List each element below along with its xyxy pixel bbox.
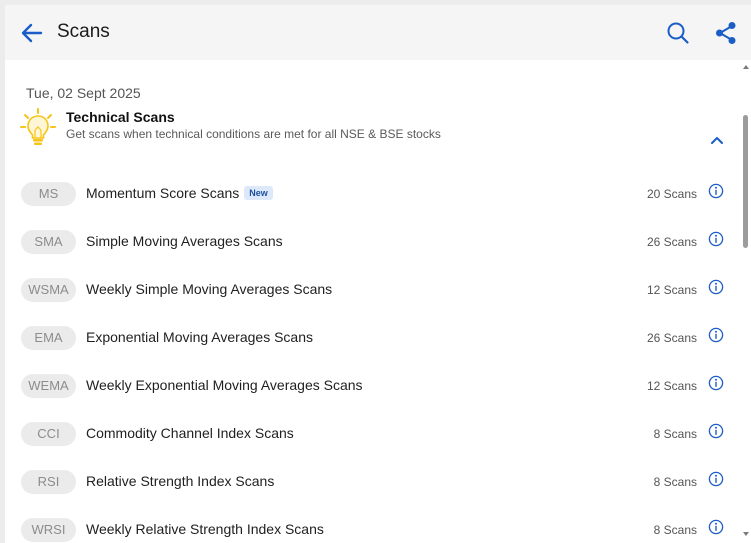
scan-abbr-badge: WSMA <box>21 278 76 302</box>
scan-date: Tue, 02 Sept 2025 <box>26 85 141 101</box>
scan-row[interactable]: WSMA Weekly Simple Moving Averages Scans 1… <box>5 266 740 314</box>
search-button[interactable] <box>665 20 691 46</box>
info-icon[interactable] <box>708 279 724 295</box>
page-title: Scans <box>57 21 110 42</box>
scan-content: Tue, 02 Sept 2025 Technical Scans Get sc… <box>5 60 740 543</box>
scan-count: 8 Scans <box>653 475 697 489</box>
chevron-up-icon <box>711 137 723 144</box>
info-icon[interactable] <box>708 231 724 247</box>
scan-row[interactable]: RSI Relative Strength Index Scans 8 Scans <box>5 458 740 506</box>
scan-row-title: Weekly Exponential Moving Averages Scans <box>86 377 363 393</box>
scan-row-label: Commodity Channel Index Scans <box>86 425 294 441</box>
info-icon[interactable] <box>708 423 724 439</box>
scan-row-label: Simple Moving Averages Scans <box>86 233 283 249</box>
scan-row-label: Weekly Simple Moving Averages Scans <box>86 281 333 297</box>
scan-abbr-badge: EMA <box>21 326 76 350</box>
scan-count: 26 Scans <box>646 235 697 249</box>
share-icon <box>716 22 736 44</box>
scan-row-label: Exponential Moving Averages Scans <box>86 329 313 345</box>
lightbulb-icon <box>20 108 56 148</box>
scan-row[interactable]: SMA Simple Moving Averages Scans 26 Scans <box>5 218 740 266</box>
scan-row-label: Weekly Relative Strength Index Scans <box>86 521 324 537</box>
scan-row[interactable]: CCI Commodity Channel Index Scans 8 Scans <box>5 410 740 458</box>
scrollbar-thumb[interactable] <box>743 115 748 248</box>
scan-row-title: Momentum Score Scans New <box>86 185 273 201</box>
scan-count: 8 Scans <box>653 427 697 441</box>
info-icon[interactable] <box>708 519 724 535</box>
scroll-up-arrow-icon[interactable] <box>743 65 749 69</box>
new-badge: New <box>244 186 273 200</box>
scan-abbr-badge: RSI <box>21 470 76 494</box>
scan-row[interactable]: WEMA Weekly Exponential Moving Averages S… <box>5 362 740 410</box>
scroll-down-arrow-icon[interactable] <box>743 532 749 536</box>
scan-row-title: Exponential Moving Averages Scans <box>86 329 313 345</box>
share-button[interactable] <box>713 20 739 46</box>
app-header: Scans <box>5 5 751 60</box>
scan-row-label: Weekly Exponential Moving Averages Scans <box>86 377 363 393</box>
info-icon[interactable] <box>708 327 724 343</box>
scrollbar[interactable] <box>740 60 751 543</box>
scan-abbr-badge: MS <box>21 182 76 206</box>
scan-abbr-badge: SMA <box>21 230 76 254</box>
arrow-left-icon <box>21 23 43 43</box>
scan-row[interactable]: MS Momentum Score Scans New 20 Scans <box>5 170 740 218</box>
scan-row-label: Relative Strength Index Scans <box>86 473 275 489</box>
section-title: Technical Scans <box>66 109 175 125</box>
scan-row-title: Simple Moving Averages Scans <box>86 233 283 249</box>
scan-abbr-badge: CCI <box>21 422 76 446</box>
scan-row-title: Relative Strength Index Scans <box>86 473 274 489</box>
app-frame: Scans Tue, 02 Sept 2025 Technical Scans … <box>5 5 751 543</box>
scan-count: 20 Scans <box>646 187 697 201</box>
scan-row-title: Weekly Relative Strength Index Scans <box>86 521 324 537</box>
info-icon[interactable] <box>708 471 724 487</box>
collapse-button[interactable] <box>708 131 726 149</box>
scan-count: 12 Scans <box>646 283 697 297</box>
scan-count: 26 Scans <box>646 331 697 345</box>
scan-row-title: Weekly Simple Moving Averages Scans <box>86 281 332 297</box>
scan-row[interactable]: WRSI Weekly Relative Strength Index Scans… <box>5 506 740 543</box>
scan-abbr-badge: WEMA <box>21 374 76 398</box>
scan-count: 12 Scans <box>646 379 697 393</box>
scan-row-label: Momentum Score Scans <box>86 185 240 201</box>
back-button[interactable] <box>19 20 45 46</box>
scan-count: 8 Scans <box>653 523 697 537</box>
section-subtitle: Get scans when technical conditions are … <box>66 127 441 141</box>
info-icon[interactable] <box>708 183 724 199</box>
search-icon <box>667 22 689 44</box>
scan-row-title: Commodity Channel Index Scans <box>86 425 294 441</box>
info-icon[interactable] <box>708 375 724 391</box>
scan-abbr-badge: WRSI <box>21 518 76 542</box>
scan-row[interactable]: EMA Exponential Moving Averages Scans 26 S… <box>5 314 740 362</box>
